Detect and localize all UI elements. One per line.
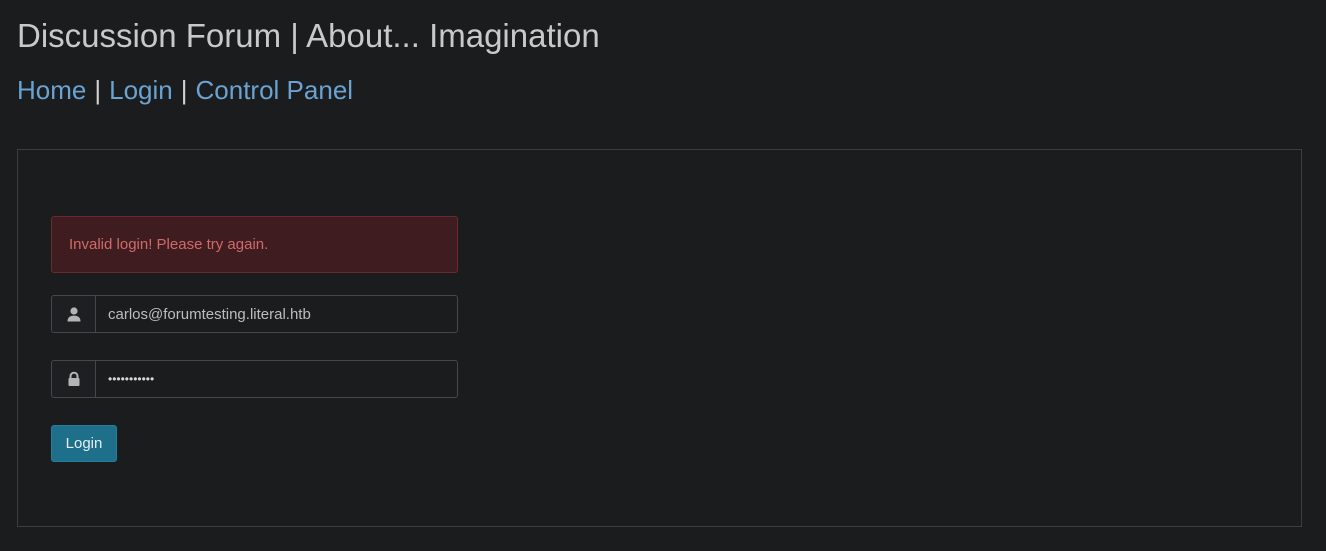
nav-separator: | (180, 75, 188, 105)
login-panel (17, 149, 1302, 527)
nav-link-login[interactable]: Login (109, 75, 173, 105)
password-field[interactable] (95, 360, 458, 398)
top-nav: Home | Login | Control Panel (17, 72, 353, 108)
password-input-group (51, 360, 458, 398)
user-icon (51, 295, 95, 333)
lock-icon (51, 360, 95, 398)
login-button[interactable]: Login (51, 425, 117, 462)
username-input-group (51, 295, 458, 333)
error-alert: Invalid login! Please try again. (51, 216, 458, 273)
nav-link-home[interactable]: Home (17, 75, 86, 105)
nav-link-control-panel[interactable]: Control Panel (196, 75, 354, 105)
nav-separator: | (94, 75, 102, 105)
page-title: Discussion Forum | About... Imagination (17, 17, 600, 54)
username-field[interactable] (95, 295, 458, 333)
